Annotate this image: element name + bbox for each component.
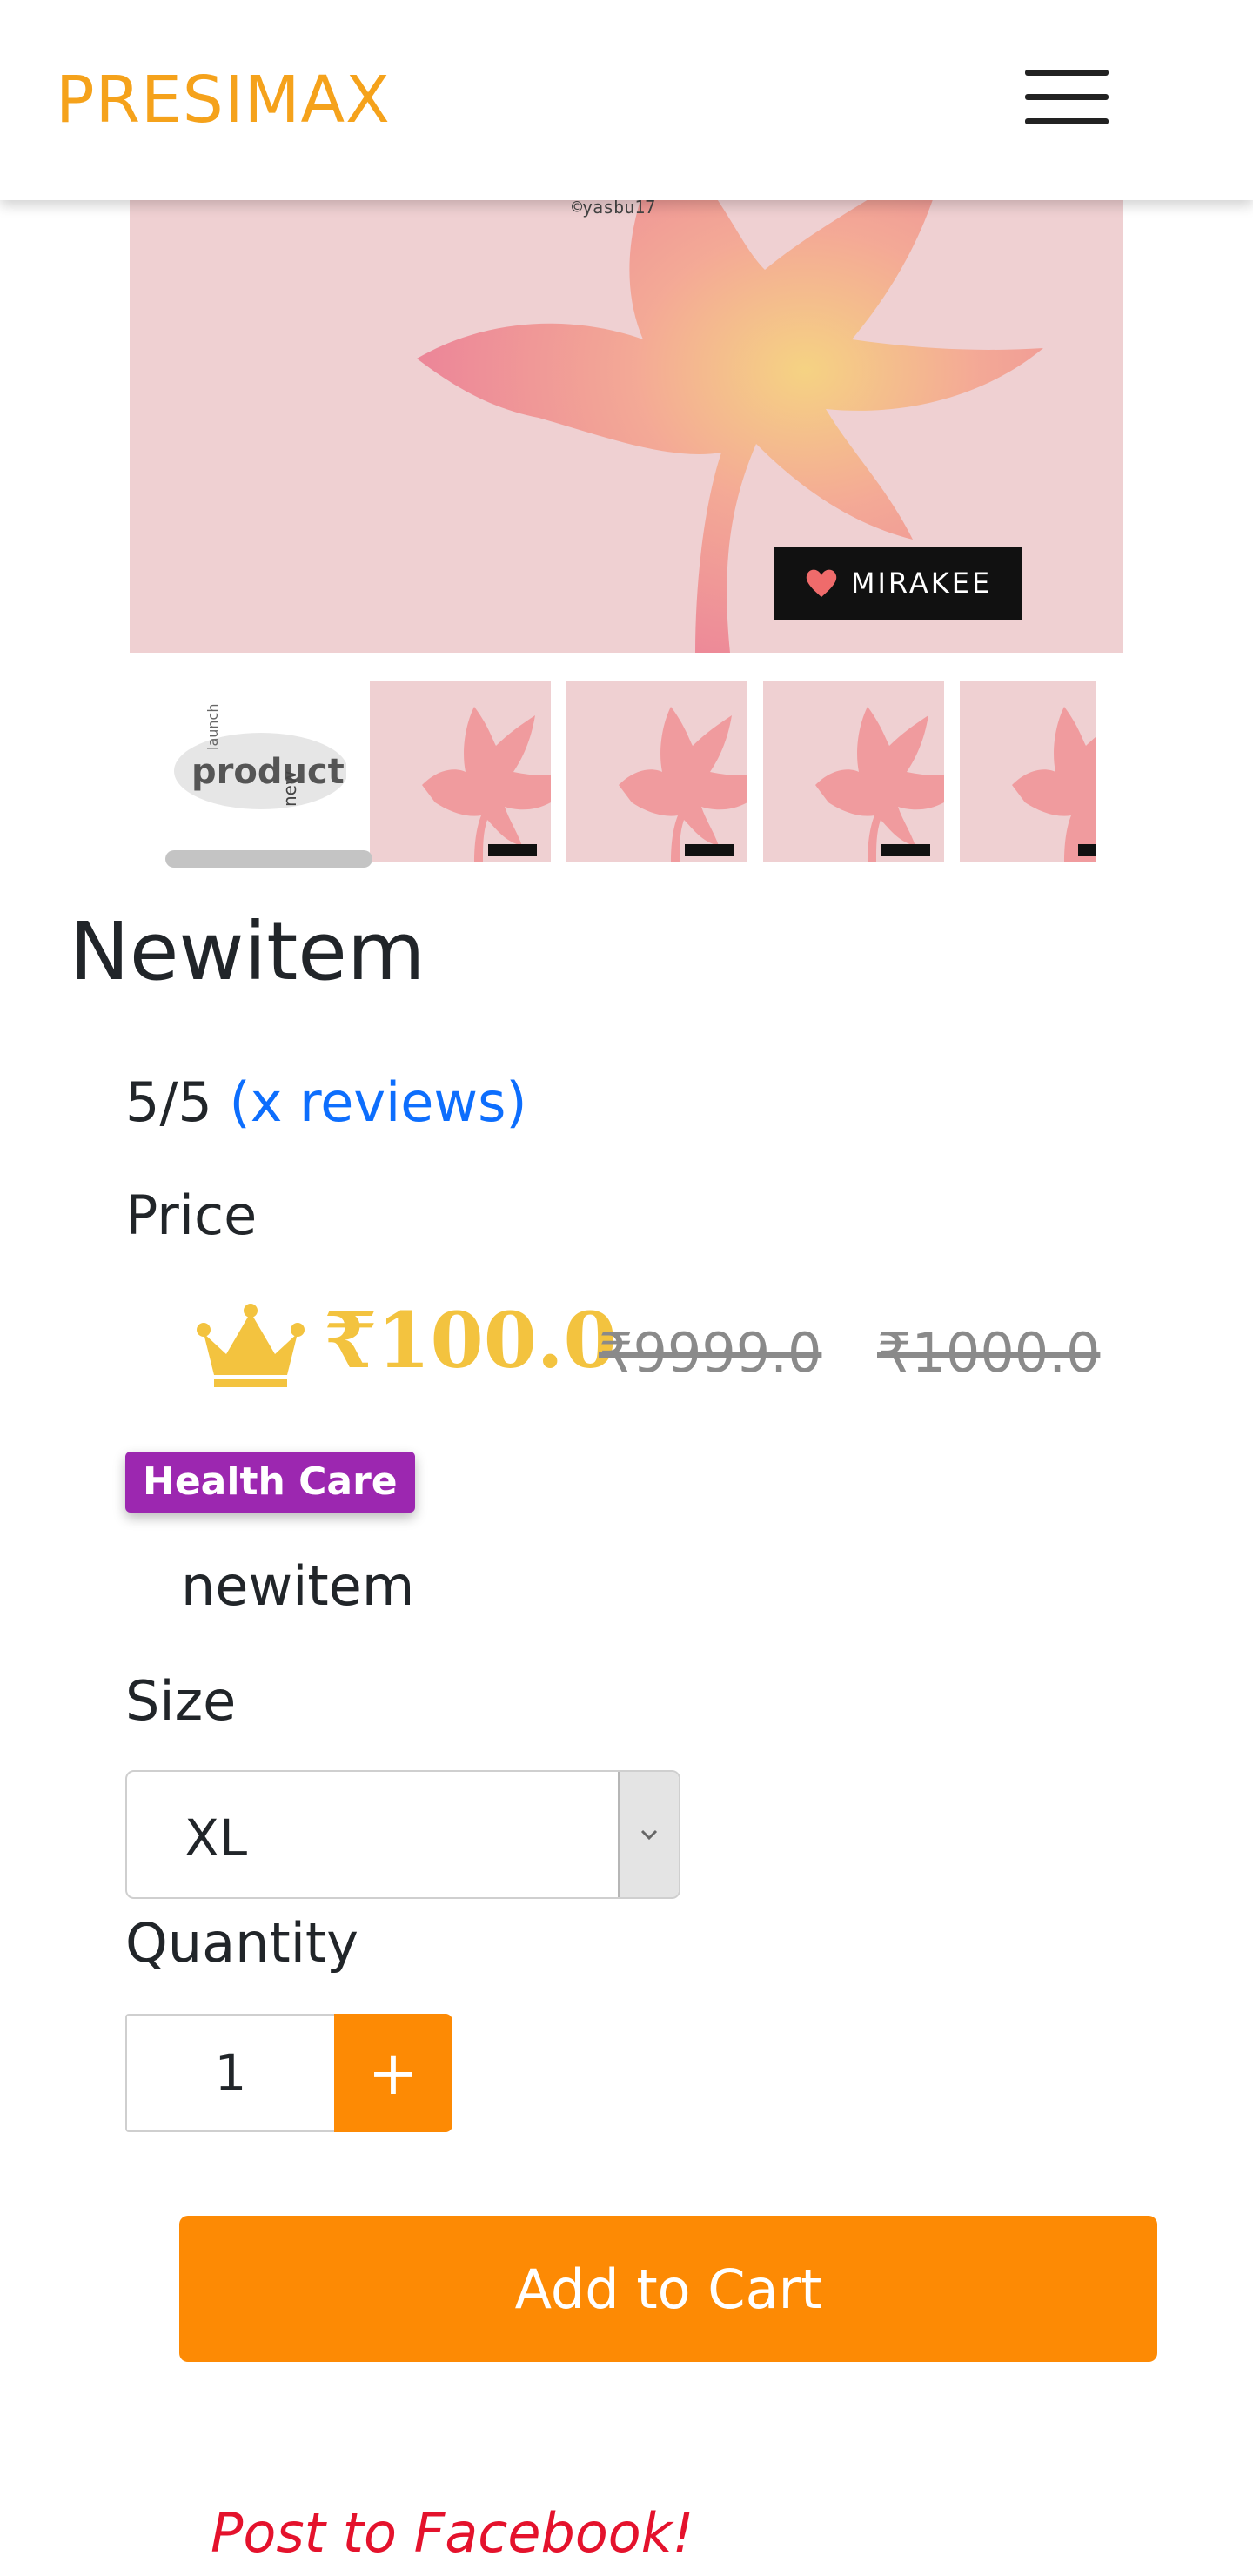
quantity-label: Quantity bbox=[125, 1911, 358, 1975]
price-label: Price bbox=[125, 1184, 258, 1247]
leaf-thumbnail bbox=[619, 707, 747, 862]
current-price: ₹100.0 bbox=[324, 1295, 617, 1385]
hamburger-menu-icon[interactable] bbox=[1023, 66, 1110, 129]
thumbnail-1[interactable]: product new launch bbox=[165, 681, 346, 862]
thumbnail-word-product: product bbox=[191, 752, 345, 792]
product-rating: 5/5 (x reviews) bbox=[125, 1070, 527, 1134]
category-badge: Health Care bbox=[125, 1452, 415, 1513]
add-to-cart-button[interactable]: Add to Cart bbox=[179, 2216, 1157, 2362]
crown-icon bbox=[197, 1304, 305, 1387]
size-select-arrow[interactable] bbox=[618, 1772, 679, 1897]
thumbnail-strip[interactable]: product new launch bbox=[165, 681, 1096, 863]
thumbnail-2[interactable] bbox=[370, 681, 551, 862]
mirakee-badge: MIRAKEE bbox=[774, 547, 1022, 620]
word-cloud-thumbnail: product new launch bbox=[174, 704, 346, 809]
size-label: Size bbox=[125, 1669, 237, 1733]
size-selected-value: XL bbox=[184, 1808, 248, 1868]
product-description: newitem bbox=[181, 1554, 415, 1618]
leaf-thumbnail bbox=[422, 707, 551, 862]
product-title: Newitem bbox=[70, 905, 425, 998]
brand-logo[interactable]: PRESIMAX bbox=[56, 63, 391, 138]
thumbnail-word-new: new bbox=[279, 771, 300, 807]
post-to-facebook-link[interactable]: Post to Facebook! bbox=[211, 2501, 694, 2565]
rating-value: 5/5 bbox=[125, 1070, 212, 1134]
heart-icon bbox=[806, 569, 837, 597]
navbar: PRESIMAX bbox=[0, 0, 1253, 200]
thumbnail-scrollbar[interactable] bbox=[165, 850, 372, 868]
thumbnail-word-launch: launch bbox=[204, 704, 221, 750]
thumbnail-5[interactable] bbox=[960, 681, 1096, 862]
thumbnail-3[interactable] bbox=[566, 681, 747, 862]
leaf-thumbnail bbox=[1012, 707, 1096, 862]
price-row: ₹100.0 ₹9999.0 ₹1000.0 bbox=[197, 1295, 1154, 1399]
leaf-thumbnail bbox=[815, 707, 944, 862]
quantity-increment-button[interactable]: + bbox=[334, 2014, 452, 2132]
size-select[interactable]: XL bbox=[125, 1770, 680, 1899]
reviews-link[interactable]: (x reviews) bbox=[230, 1070, 527, 1134]
chevron-down-icon bbox=[640, 1829, 658, 1841]
product-main-image: ©yasbu17 MIRAKEE bbox=[130, 131, 1123, 653]
original-price: ₹9999.0 bbox=[599, 1321, 822, 1385]
quantity-input[interactable]: 1 bbox=[125, 2014, 334, 2132]
thumbnail-4[interactable] bbox=[763, 681, 944, 862]
mirakee-badge-text: MIRAKEE bbox=[850, 567, 993, 600]
compare-price: ₹1000.0 bbox=[877, 1321, 1101, 1385]
